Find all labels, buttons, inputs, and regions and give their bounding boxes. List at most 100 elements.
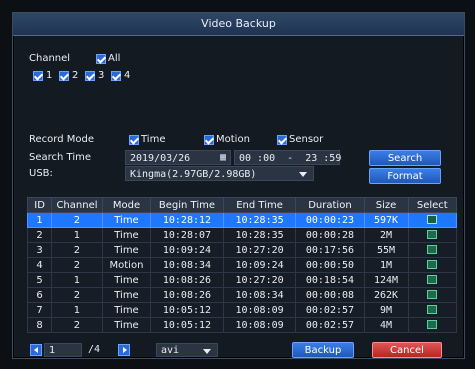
backup-button[interactable]: Backup: [292, 342, 354, 358]
cell-mode: Time: [101, 287, 152, 303]
cell-channel: 1: [51, 227, 103, 243]
title-bar: Video Backup: [13, 13, 464, 36]
cell-select: [407, 317, 458, 333]
cell-duration: 00:18:54: [295, 272, 365, 288]
table-row[interactable]: 2 1 Time 10:28:07 10:28:35 00:00:28 2M: [26, 227, 458, 243]
table-row[interactable]: 7 1 Time 10:05:12 10:08:09 00:02:57 9M: [26, 302, 458, 318]
chevron-left-icon[interactable]: [30, 344, 42, 356]
table-row[interactable]: 3 2 Time 10:09:24 10:27:20 00:17:56 55M: [26, 242, 458, 258]
recordings-table-grid: ID Channel Mode Begin Time End Time Dura…: [26, 197, 458, 333]
format-select[interactable]: avi: [156, 343, 218, 357]
table-row[interactable]: 6 2 Time 10:08:26 10:08:34 00:00:08 262K: [26, 287, 458, 303]
cell-id: 7: [26, 302, 53, 318]
search-time-label: Search Time: [29, 152, 92, 163]
mode-sensor-label: Sensor: [289, 134, 324, 145]
cell-size: 124M: [363, 272, 409, 288]
cell-channel: 1: [51, 272, 103, 288]
cell-select: [407, 227, 458, 243]
cell-duration: 00:02:57: [295, 317, 365, 333]
time-range-field[interactable]: 00 :00 - 23 :59: [234, 150, 342, 165]
cell-size: 55M: [363, 242, 409, 258]
cell-size: 1M: [363, 257, 409, 273]
select-checkbox[interactable]: [427, 305, 438, 314]
cell-duration: 00:00:23: [295, 212, 365, 228]
select-checkbox[interactable]: [427, 245, 438, 254]
cell-channel: 1: [51, 302, 103, 318]
format-button[interactable]: Format: [369, 168, 441, 184]
channel-all-label: All: [108, 53, 121, 64]
cell-mode: Time: [101, 302, 152, 318]
header-mode: Mode: [101, 197, 152, 213]
cell-begin-time: 10:28:07: [150, 227, 224, 243]
table-row[interactable]: 8 2 Time 10:05:12 10:08:09 00:02:57 4M: [26, 317, 458, 333]
select-checkbox[interactable]: [427, 320, 438, 329]
select-checkbox[interactable]: [427, 290, 438, 299]
cell-duration: 00:17:56: [295, 242, 365, 258]
cell-duration: 00:02:57: [295, 302, 365, 318]
cell-select: [407, 302, 458, 318]
channel-1-label: 1: [46, 70, 53, 81]
cell-id: 1: [26, 212, 53, 228]
channel-1-checkbox[interactable]: [33, 71, 43, 81]
mode-motion-checkbox[interactable]: [204, 135, 214, 145]
cell-select: [407, 287, 458, 303]
date-field[interactable]: 2019/03/26 ▦: [125, 150, 231, 165]
cell-select: [407, 212, 458, 228]
header-id: ID: [26, 197, 53, 213]
channel-all-checkbox[interactable]: [96, 54, 106, 64]
time-to: 23 :59: [305, 153, 342, 164]
cell-select: [407, 257, 458, 273]
header-select: Select: [407, 197, 458, 213]
channel-2-label: 2: [72, 70, 79, 81]
cell-end-time: 10:09:24: [222, 257, 297, 273]
cell-mode: Time: [101, 272, 152, 288]
select-checkbox[interactable]: [427, 215, 438, 224]
cell-duration: 00:00:08: [295, 287, 365, 303]
window-title: Video Backup: [201, 17, 276, 30]
cell-begin-time: 10:28:12: [150, 212, 224, 228]
cell-mode: Time: [101, 317, 152, 333]
cell-channel: 2: [51, 212, 103, 228]
select-checkbox[interactable]: [427, 275, 438, 284]
search-button[interactable]: Search: [369, 150, 441, 166]
usb-select[interactable]: Kingma(2.97GB/2.98GB): [125, 166, 314, 181]
cell-id: 3: [26, 242, 53, 258]
cell-end-time: 10:27:20: [222, 272, 297, 288]
usb-value: Kingma(2.97GB/2.98GB): [130, 169, 257, 180]
cell-duration: 00:00:50: [295, 257, 365, 273]
cell-id: 4: [26, 257, 53, 273]
table-row[interactable]: 1 2 Time 10:28:12 10:28:35 00:00:23 597K: [26, 212, 458, 228]
date-value: 2019/03/26: [130, 153, 191, 164]
cell-id: 8: [26, 317, 53, 333]
mode-time-label: Time: [141, 134, 166, 145]
channel-4-label: 4: [124, 70, 131, 81]
mode-sensor-checkbox[interactable]: [277, 135, 287, 145]
cell-begin-time: 10:05:12: [150, 317, 224, 333]
cell-channel: 2: [51, 317, 103, 333]
select-checkbox[interactable]: [427, 260, 438, 269]
video-backup-window: Video Backup Channel All 1 2 3 4 Record …: [12, 12, 465, 359]
select-checkbox[interactable]: [427, 230, 438, 239]
recordings-table: ID Channel Mode Begin Time End Time Dura…: [26, 197, 458, 333]
cell-end-time: 10:28:35: [222, 212, 297, 228]
cell-begin-time: 10:08:26: [150, 272, 224, 288]
mode-time-checkbox[interactable]: [129, 135, 139, 145]
table-header-row: ID Channel Mode Begin Time End Time Dura…: [26, 197, 458, 213]
page-input[interactable]: 1: [44, 343, 82, 357]
cell-channel: 2: [51, 257, 103, 273]
cell-end-time: 10:27:20: [222, 242, 297, 258]
cell-mode: Motion: [101, 257, 152, 273]
chevron-right-icon[interactable]: [118, 344, 130, 356]
cell-duration: 00:00:28: [295, 227, 365, 243]
channel-3-checkbox[interactable]: [85, 71, 95, 81]
cancel-button[interactable]: Cancel: [372, 342, 442, 358]
table-row[interactable]: 4 2 Motion 10:08:34 10:09:24 00:00:50 1M: [26, 257, 458, 273]
channel-2-checkbox[interactable]: [59, 71, 69, 81]
page-number: 1: [49, 345, 56, 356]
channel-4-checkbox[interactable]: [111, 71, 121, 81]
calendar-icon[interactable]: ▦: [220, 153, 226, 163]
cell-select: [407, 272, 458, 288]
cell-size: 9M: [363, 302, 409, 318]
cell-begin-time: 10:08:34: [150, 257, 224, 273]
table-row[interactable]: 5 1 Time 10:08:26 10:27:20 00:18:54 124M: [26, 272, 458, 288]
